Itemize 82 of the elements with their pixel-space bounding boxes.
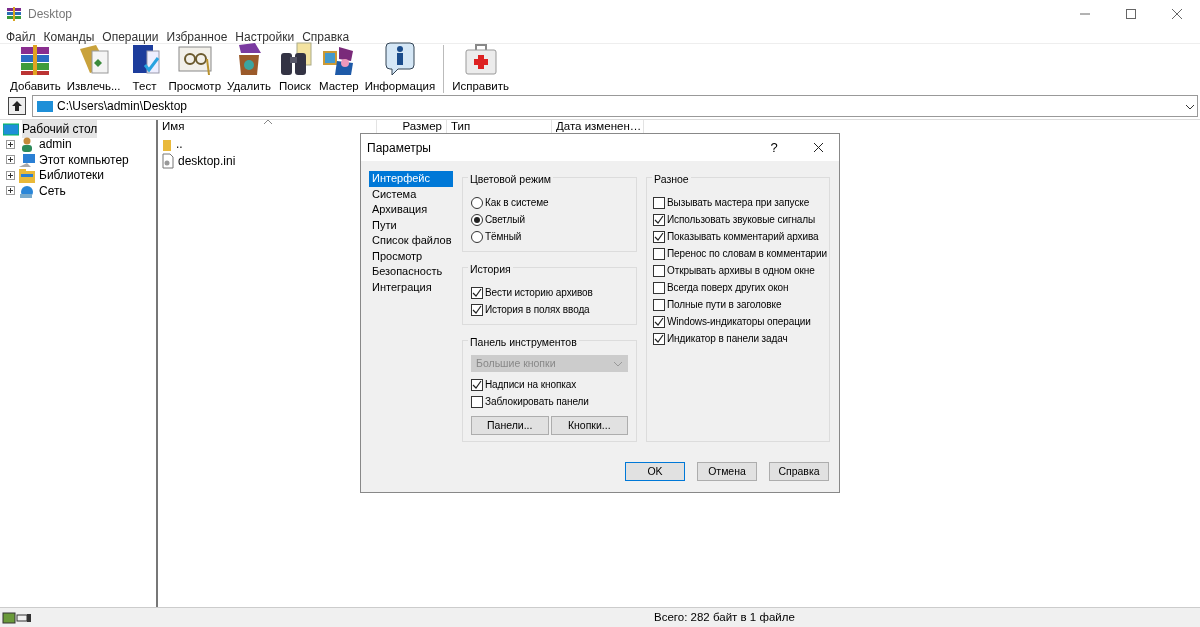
up-arrow-icon <box>11 100 23 112</box>
expand-icon[interactable] <box>6 186 15 196</box>
menu-item[interactable]: Файл <box>2 28 40 43</box>
toolbar-button[interactable]: Исправить <box>450 41 511 93</box>
category-item[interactable]: Список файлов <box>369 233 453 249</box>
expand-icon[interactable] <box>6 170 15 180</box>
checkbox[interactable] <box>653 247 665 260</box>
file-name[interactable]: desktop.ini <box>178 151 236 170</box>
checkbox[interactable] <box>471 378 483 391</box>
radio-label: Светлый <box>485 213 525 227</box>
checkbox[interactable] <box>653 264 665 277</box>
checkbox[interactable] <box>653 213 665 226</box>
toolbar-button[interactable]: Информация <box>362 41 438 93</box>
dialog-title: Параметры <box>367 139 431 157</box>
checkbox-label: Windows-индикаторы операции <box>667 315 811 329</box>
checkbox-label: Показывать комментарий архива <box>667 230 819 244</box>
dialog-button[interactable]: OK <box>625 462 685 481</box>
radio-button[interactable] <box>471 230 483 243</box>
category-item[interactable]: Интеграция <box>369 279 453 295</box>
radio-label: Как в системе <box>485 196 549 210</box>
toolbar-button[interactable]: Добавить <box>8 41 63 93</box>
group-title: Цветовой режим <box>468 172 553 188</box>
group-title: История <box>468 262 513 278</box>
dialog-button[interactable]: Справка <box>769 462 829 481</box>
checkbox-label: Индикатор в панели задач <box>667 332 788 346</box>
category-item[interactable]: Интерфейс <box>369 171 453 187</box>
menu-item[interactable]: Избранное <box>162 28 232 43</box>
status-text: Всего: 282 байт в 1 файле <box>654 609 795 625</box>
checkbox-label: История в полях ввода <box>485 303 590 317</box>
toolbar-button[interactable]: Поиск <box>274 41 315 93</box>
menu-item[interactable]: Операции <box>98 28 163 43</box>
checkbox[interactable] <box>471 395 483 408</box>
checkbox[interactable] <box>653 196 665 209</box>
category-item[interactable]: Безопасность <box>369 264 453 280</box>
menu-item[interactable]: Настройки <box>231 28 299 43</box>
category-item[interactable]: Система <box>369 186 453 202</box>
checkbox[interactable] <box>471 303 483 316</box>
app-icon <box>6 6 22 22</box>
address-field[interactable]: C:\Users\admin\Desktop <box>32 95 1198 117</box>
desktop-icon <box>37 99 53 113</box>
checkbox-label: Вызывать мастера при запуске <box>667 196 810 210</box>
checkbox-label: Использовать звуковые сигналы <box>667 213 816 227</box>
panel-button[interactable]: Кнопки... <box>550 416 628 435</box>
checkbox[interactable] <box>653 281 665 294</box>
dialog-button[interactable]: Отмена <box>697 462 757 481</box>
toolbar-button[interactable]: Просмотр <box>166 41 224 93</box>
close-icon[interactable] <box>812 141 825 154</box>
computer-icon <box>18 151 36 168</box>
folder-icon <box>18 167 36 184</box>
radio-button[interactable] <box>471 213 483 226</box>
expand-icon[interactable] <box>6 155 15 165</box>
category-item[interactable]: Архивация <box>369 202 453 218</box>
group-title: Панель инструментов <box>468 335 579 351</box>
checkbox-label: Перенос по словам в комментарии <box>667 247 828 261</box>
help-button[interactable]: ? <box>754 137 794 158</box>
checkbox-label: Заблокировать панели <box>485 395 589 409</box>
checkbox[interactable] <box>653 332 665 345</box>
checkbox[interactable] <box>653 315 665 328</box>
desktop-icon <box>3 121 19 136</box>
radio-label: Тёмный <box>485 230 522 244</box>
radio-button[interactable] <box>471 196 483 209</box>
menu-item[interactable]: Команды <box>39 28 99 43</box>
checkbox-label: Надписи на кнопках <box>485 378 577 392</box>
window-title: Desktop <box>28 6 73 23</box>
toolbar-button[interactable]: Удалить <box>225 41 273 93</box>
category-item[interactable]: Пути <box>369 217 453 233</box>
checkbox-label: Вести историю архивов <box>485 286 593 300</box>
menu-item[interactable]: Справка <box>298 28 354 43</box>
checkbox[interactable] <box>653 230 665 243</box>
panel-button[interactable]: Панели... <box>471 416 549 435</box>
checkbox-label: Всегда поверх других окон <box>667 281 789 295</box>
file-name[interactable]: .. <box>176 134 183 153</box>
file-icon <box>162 152 174 169</box>
checkbox-label: Открывать архивы в одном окне <box>667 264 815 278</box>
expand-icon[interactable] <box>6 139 15 149</box>
checkbox-label: Полные пути в заголовке <box>667 298 782 312</box>
up-folder-button[interactable] <box>8 97 26 115</box>
checkbox[interactable] <box>471 286 483 299</box>
checkbox[interactable] <box>653 298 665 311</box>
tree-item[interactable]: Рабочий стол <box>22 119 98 138</box>
toolbar-button[interactable]: Мастер <box>316 41 361 93</box>
category-item[interactable]: Просмотр <box>369 248 453 264</box>
